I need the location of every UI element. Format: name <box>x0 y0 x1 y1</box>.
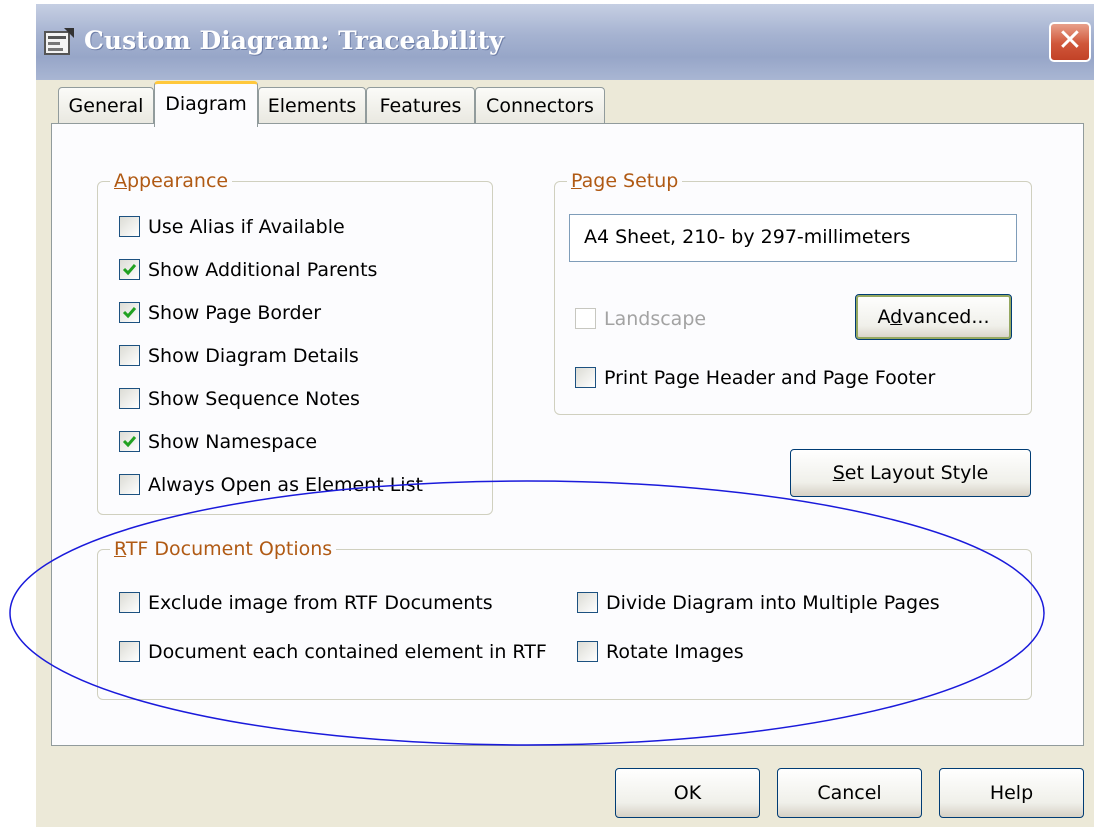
set-layout-style-button[interactable]: Set Layout Style <box>790 449 1031 497</box>
checkbox-label: Show Namespace <box>148 431 318 453</box>
checkbox-label: Exclude image from RTF Documents <box>148 592 493 614</box>
page-size-field[interactable]: A4 Sheet, 210- by 297-millimeters <box>569 214 1017 262</box>
checkbox-box[interactable] <box>119 216 140 237</box>
ok-button[interactable]: OK <box>615 768 760 818</box>
checkbox-label: Use Alias if Available <box>148 216 345 238</box>
checkbox-label: Divide Diagram into Multiple Pages <box>606 592 940 614</box>
checkbox-label: Landscape <box>604 308 707 330</box>
diagram-properties-icon <box>44 28 74 55</box>
page-setup-legend: Page Setup <box>567 169 683 193</box>
tab-connectors[interactable]: Connectors <box>475 87 605 124</box>
check-icon <box>122 307 137 319</box>
button-label: OK <box>673 782 702 804</box>
checkbox-box[interactable] <box>119 259 140 280</box>
check-icon <box>122 436 137 448</box>
tab-diagram[interactable]: Diagram <box>154 81 258 127</box>
check-icon <box>122 264 137 276</box>
checkbox-box[interactable] <box>119 388 140 409</box>
checkbox-label: Always Open as Element List <box>148 474 423 496</box>
checkbox-box[interactable] <box>119 431 140 452</box>
appearance-group: Appearance Use Alias if Available Show A… <box>97 169 493 515</box>
tab-label: General <box>68 95 144 117</box>
checkbox-box[interactable] <box>119 592 140 613</box>
checkbox-box[interactable] <box>119 345 140 366</box>
rtf-options-group: RTF Document Options Exclude image from … <box>97 537 1032 700</box>
page-setup-group: Page Setup A4 Sheet, 210- by 297-millime… <box>554 169 1032 415</box>
tab-general[interactable]: General <box>58 87 154 124</box>
checkbox-label: Show Page Border <box>148 302 322 324</box>
checkbox-box[interactable] <box>575 367 596 388</box>
checkbox-box[interactable] <box>119 474 140 495</box>
appearance-legend: Appearance <box>110 169 233 193</box>
help-button[interactable]: Help <box>939 768 1084 818</box>
button-label: Advanced... <box>877 306 990 328</box>
tab-label: Connectors <box>486 95 594 117</box>
rtf-options-legend: RTF Document Options <box>110 537 337 561</box>
tab-elements[interactable]: Elements <box>258 87 366 124</box>
advanced-button[interactable]: Advanced... <box>855 294 1012 340</box>
dialog-window: Custom Diagram: Traceability ✕ General D… <box>36 4 1094 827</box>
button-label: Help <box>989 782 1034 804</box>
checkbox-label: Show Sequence Notes <box>148 388 360 410</box>
checkbox-label: Document each contained element in RTF <box>148 641 547 663</box>
checkbox-label: Rotate Images <box>606 641 744 663</box>
checkbox-label: Show Diagram Details <box>148 345 359 367</box>
checkbox-box[interactable] <box>577 641 598 662</box>
title-bar[interactable]: Custom Diagram: Traceability ✕ <box>36 4 1094 80</box>
close-button[interactable]: ✕ <box>1049 22 1091 62</box>
checkbox-label: Print Page Header and Page Footer <box>604 367 936 389</box>
checkbox-label: Show Additional Parents <box>148 259 378 281</box>
checkbox-box <box>575 308 596 329</box>
diagram-tab-panel: Appearance Use Alias if Available Show A… <box>51 123 1084 746</box>
window-title: Custom Diagram: Traceability <box>84 26 504 55</box>
tab-label: Features <box>379 95 462 117</box>
cancel-button[interactable]: Cancel <box>777 768 922 818</box>
checkbox-box[interactable] <box>119 641 140 662</box>
checkbox-box[interactable] <box>119 302 140 323</box>
button-label: Cancel <box>817 782 882 804</box>
close-icon: ✕ <box>1057 23 1083 58</box>
button-label: Set Layout Style <box>832 462 989 484</box>
checkbox-box[interactable] <box>577 592 598 613</box>
tab-label: Diagram <box>165 93 247 115</box>
tab-label: Elements <box>267 95 357 117</box>
tab-features[interactable]: Features <box>366 87 475 124</box>
